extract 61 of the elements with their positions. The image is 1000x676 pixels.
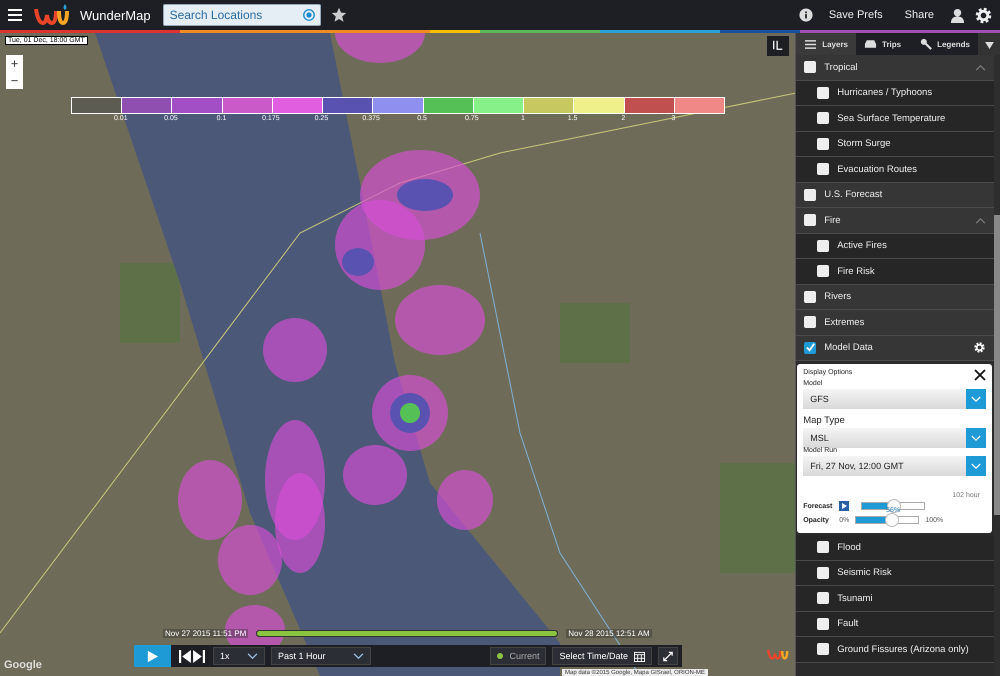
checkbox[interactable] [804, 342, 816, 354]
settings-icon[interactable] [975, 6, 992, 24]
expand-button[interactable] [658, 647, 678, 665]
close-icon[interactable] [974, 369, 986, 381]
play-button[interactable] [134, 645, 171, 667]
checkbox[interactable] [817, 112, 830, 124]
key-icon [920, 38, 932, 50]
checkbox[interactable] [817, 163, 830, 176]
user-icon[interactable] [950, 8, 965, 22]
slider-thumb[interactable] [887, 499, 902, 513]
car-icon [864, 39, 877, 49]
app-title: WunderMap [80, 8, 151, 22]
share-button[interactable]: Share [898, 9, 940, 21]
chevron-down-icon [971, 396, 981, 402]
play-icon[interactable] [839, 501, 850, 511]
calendar-icon [634, 650, 645, 662]
checkbox[interactable] [817, 618, 830, 630]
chevron-down-icon [247, 652, 258, 660]
locate-icon[interactable] [302, 8, 316, 22]
checkbox[interactable] [804, 316, 816, 328]
checkbox[interactable] [804, 188, 816, 201]
menu-icon[interactable] [8, 9, 22, 21]
google-logo: Google [4, 659, 42, 671]
checkbox[interactable] [817, 566, 830, 579]
checkbox[interactable] [817, 138, 830, 150]
current-button[interactable]: Current [490, 647, 546, 665]
layers-icon [804, 38, 818, 50]
end-time-label: Nov 28 2015 12:51 AM [566, 629, 652, 638]
save-prefs-button[interactable]: Save Prefs [822, 9, 889, 21]
start-time-label: Nov 27 2015 11:51 PM [163, 629, 248, 638]
expand-icon [663, 650, 673, 662]
layer-toggle-button[interactable] [767, 36, 790, 56]
play-icon [146, 650, 159, 662]
speed-select[interactable]: 1x [213, 647, 265, 665]
slider-thumb[interactable] [885, 513, 900, 527]
chevron-down-icon [353, 652, 364, 660]
checkbox[interactable] [817, 541, 830, 554]
chevron-up-icon[interactable] [975, 216, 986, 224]
chevron-up-icon[interactable] [975, 64, 986, 71]
skip-icon[interactable] [177, 647, 207, 665]
dropdown-field[interactable]: MSL [803, 428, 986, 448]
checkbox[interactable] [804, 61, 816, 74]
field-label: Map Type [803, 415, 846, 426]
info-icon[interactable] [798, 8, 813, 22]
checkbox[interactable] [817, 265, 830, 278]
checkbox[interactable] [817, 592, 830, 604]
chevron-down-icon [971, 462, 981, 470]
checkbox[interactable] [804, 214, 816, 226]
range-select[interactable]: Past 1 Hour [271, 647, 371, 665]
dropdown-field[interactable]: Fri, 27 Nov, 12:00 GMT [803, 456, 986, 476]
checkbox[interactable] [817, 643, 830, 656]
dropdown-field[interactable]: GFS [803, 389, 986, 409]
search-field[interactable]: Search Locations [162, 4, 321, 26]
checkbox[interactable] [817, 240, 830, 252]
select-time-button[interactable]: Select Time/Date [552, 647, 652, 665]
checkbox[interactable] [804, 290, 816, 303]
star-icon[interactable] [330, 7, 347, 23]
chevron-down-icon [971, 434, 981, 442]
logo-icon[interactable] [34, 3, 70, 27]
panel-tab[interactable]: Layers [796, 33, 856, 55]
checkbox[interactable] [817, 86, 830, 99]
